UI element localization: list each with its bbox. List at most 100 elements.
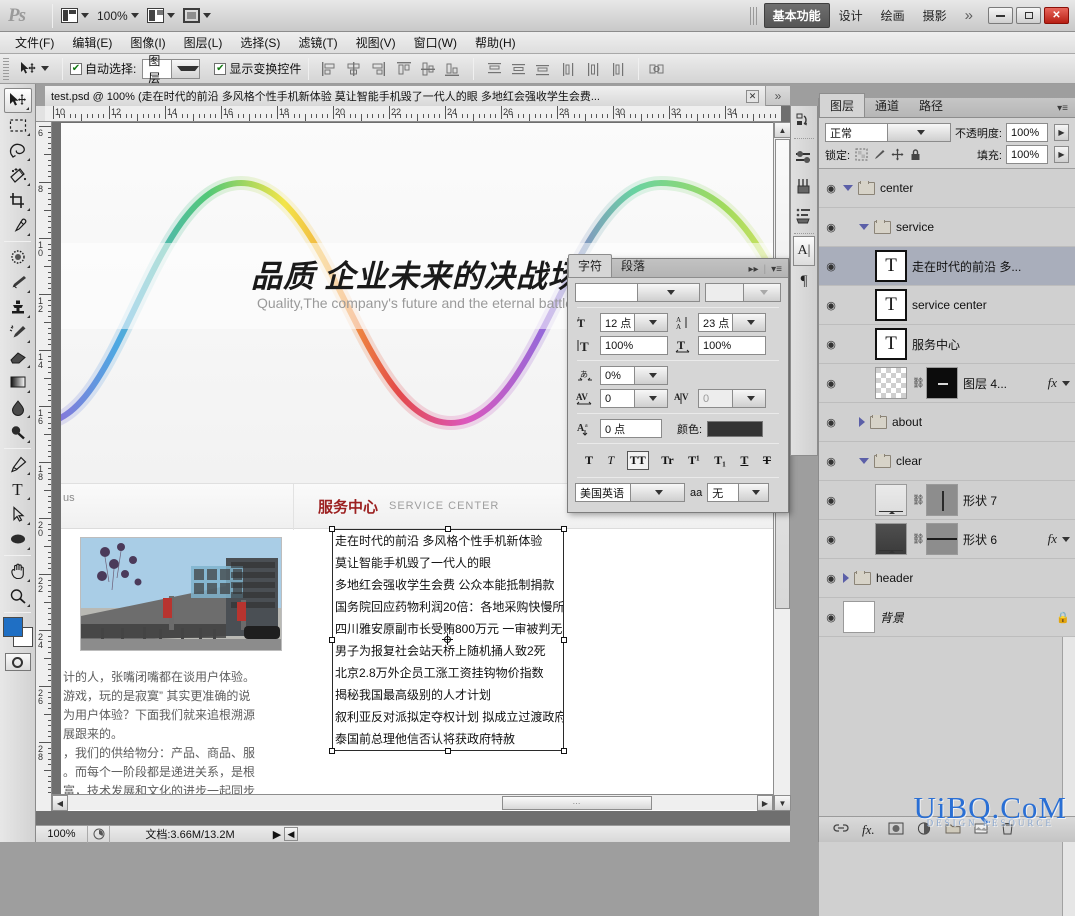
vector-mask-thumbnail[interactable] (926, 523, 958, 555)
horizontal-ruler[interactable]: 10 12 14 16 18 20 22 24 26 28 30 32 34 (45, 106, 781, 122)
transform-reference-point[interactable] (442, 634, 453, 645)
layer-thumbnail[interactable] (875, 367, 907, 399)
scroll-right-button[interactable]: ▶ (757, 795, 773, 811)
scroll-up-button[interactable]: ▲ (774, 122, 791, 138)
chevron-down-icon[interactable] (1062, 536, 1070, 542)
resize-handle-s[interactable] (445, 748, 451, 754)
marquee-tool[interactable] (4, 113, 32, 138)
panel-menu-icon[interactable]: ▾≡ (771, 264, 782, 275)
menu-help[interactable]: 帮助(H) (466, 31, 525, 54)
layer-row[interactable]: ◉ service (819, 208, 1075, 247)
screen-mode-toggle-button[interactable] (179, 5, 215, 27)
layer-visibility-icon[interactable]: ◉ (819, 416, 843, 429)
type-tool[interactable]: T (4, 477, 32, 502)
all-caps-button[interactable]: TT (626, 451, 649, 470)
workspace-tab-essentials[interactable]: 基本功能 (763, 3, 830, 28)
layer-row[interactable]: ◉ ⛓ 形状 7 (819, 481, 1075, 520)
distribute-vertical-centers-icon[interactable] (510, 61, 527, 77)
text-layer-thumbnail[interactable]: T (875, 328, 907, 360)
chevron-down-icon[interactable] (859, 224, 869, 230)
add-layer-style-icon[interactable]: fx. (862, 822, 875, 838)
underline-button[interactable]: T (738, 452, 750, 469)
menu-layer[interactable]: 图层(L) (175, 31, 232, 54)
distribute-bottom-edges-icon[interactable] (534, 61, 551, 77)
quick-mask-button[interactable] (4, 653, 31, 671)
auto-select-dropdown[interactable]: 图层 (142, 54, 201, 85)
lock-transparency-icon[interactable] (854, 148, 868, 162)
collapse-icon[interactable]: ▸▸ (748, 264, 758, 275)
blend-mode-dropdown[interactable]: 正常 (825, 123, 951, 142)
arrange-documents-button[interactable] (143, 5, 179, 27)
resize-handle-w[interactable] (329, 637, 335, 643)
tracking-input[interactable]: 0 (600, 389, 668, 408)
layer-row[interactable]: ◉ ⛓ 形状 6 fx (819, 520, 1075, 559)
shape-layer-thumbnail[interactable] (875, 523, 907, 555)
subscript-button[interactable]: T₁ (712, 452, 728, 469)
layer-visibility-icon[interactable]: ◉ (819, 611, 843, 624)
lasso-tool[interactable] (4, 138, 32, 163)
fill-slider-button[interactable]: ▶ (1054, 146, 1069, 163)
status-expand-arrow[interactable]: ▶ (270, 828, 284, 841)
faux-bold-button[interactable]: T (583, 452, 595, 469)
align-bottom-edges-icon[interactable] (444, 61, 461, 77)
distribute-top-edges-icon[interactable] (486, 61, 503, 77)
menu-view[interactable]: 视图(V) (347, 31, 405, 54)
adjustments-panel-icon[interactable] (791, 141, 817, 171)
hand-tool[interactable] (4, 559, 32, 584)
vertical-ruler[interactable]: 6 8 10 12 14 16 18 20 22 24 26 28 (36, 122, 52, 811)
layer-visibility-icon[interactable]: ◉ (819, 377, 843, 390)
shape-tool[interactable] (4, 527, 32, 552)
font-size-input[interactable]: 12 点 (600, 313, 668, 332)
tab-layers[interactable]: 图层 (819, 93, 866, 117)
tab-character[interactable]: 字符 (568, 254, 613, 277)
layer-visibility-icon[interactable]: ◉ (819, 455, 843, 468)
gradient-tool[interactable] (4, 370, 32, 395)
blur-tool[interactable] (4, 395, 32, 420)
lock-image-icon[interactable] (872, 148, 886, 162)
layer-effects-icon[interactable]: fx (1048, 531, 1057, 547)
distribute-horizontal-centers-icon[interactable] (585, 61, 602, 77)
brush-tool[interactable] (4, 270, 32, 295)
color-swatches[interactable] (2, 617, 33, 647)
layer-visibility-icon[interactable]: ◉ (819, 338, 843, 351)
align-vertical-centers-icon[interactable] (420, 61, 437, 77)
scroll-thumb-horizontal[interactable]: ⋯ (502, 796, 652, 810)
crop-tool[interactable] (4, 188, 32, 213)
kerning-input[interactable]: 0 (698, 389, 766, 408)
chevron-right-icon[interactable] (843, 573, 849, 583)
mask-link-icon[interactable]: ⛓ (912, 378, 925, 389)
layer-visibility-icon[interactable]: ◉ (819, 260, 843, 273)
workspace-tab-photography[interactable]: 摄影 (914, 3, 956, 28)
vector-mask-thumbnail[interactable] (926, 484, 958, 516)
pen-tool[interactable] (4, 452, 32, 477)
layer-row[interactable]: ◉ center (819, 169, 1075, 208)
resize-handle-n[interactable] (445, 526, 451, 532)
move-tool[interactable] (3, 88, 32, 113)
character-panel-icon[interactable]: A| (793, 236, 815, 266)
chevron-right-icon[interactable] (859, 417, 865, 427)
zoom-tool[interactable] (4, 584, 32, 609)
path-selection-tool[interactable] (4, 502, 32, 527)
screen-mode-button[interactable] (57, 5, 93, 27)
baseline-shift-input[interactable]: 0 点 (600, 419, 662, 438)
text-color-swatch[interactable] (707, 420, 764, 437)
chevron-down-icon[interactable] (859, 458, 869, 464)
scroll-left-button[interactable]: ◀ (52, 795, 68, 811)
paragraph-panel-icon[interactable]: ¶ (791, 266, 817, 296)
layer-row[interactable]: ◉ T 服务中心 (819, 325, 1075, 364)
layer-row[interactable]: ◉ Tservice center (819, 286, 1075, 325)
language-dropdown[interactable]: 美国英语 (575, 483, 685, 502)
mask-link-icon[interactable]: ⛓ (912, 534, 925, 545)
menu-filter[interactable]: 滤镜(T) (289, 31, 346, 54)
styles-panel-icon[interactable] (791, 171, 817, 201)
layer-row[interactable]: ◉ header (819, 559, 1075, 598)
shape-layer-thumbnail[interactable] (875, 484, 907, 516)
faux-italic-button[interactable]: T (606, 452, 617, 469)
tab-paragraph[interactable]: 段落 (612, 255, 654, 277)
align-left-edges-icon[interactable] (321, 61, 338, 77)
healing-brush-tool[interactable] (4, 245, 32, 270)
layer-row[interactable]: ◉ 背景 🔒 (819, 598, 1075, 637)
layer-visibility-icon[interactable]: ◉ (819, 572, 843, 585)
restore-button[interactable] (1016, 7, 1041, 24)
layer-effects-icon[interactable]: fx (1048, 375, 1057, 391)
